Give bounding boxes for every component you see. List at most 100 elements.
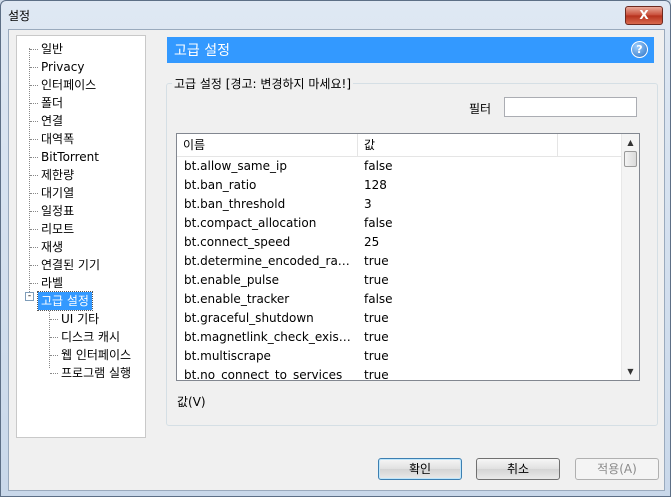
- scroll-up-icon[interactable]: ▲: [622, 134, 639, 151]
- tree-item-web-ui[interactable]: 웹 인터페이스: [61, 346, 131, 364]
- tree-connector: [50, 319, 58, 320]
- table-row[interactable]: bt.multiscrape true: [177, 347, 621, 366]
- tree-item-advanced[interactable]: 고급 설정: [37, 291, 93, 311]
- table-row[interactable]: bt.ban_ratio 128: [177, 176, 621, 195]
- setting-name: bt.determine_encoded_rate_fo...: [184, 254, 354, 268]
- tree-item-bittorrent[interactable]: BitTorrent: [41, 148, 99, 166]
- tree-item-labels[interactable]: 라벨: [41, 274, 63, 292]
- tree-item-remote[interactable]: 리모트: [41, 220, 74, 238]
- settings-list[interactable]: 이름 값 bt.allow_same_ip false bt.ban_ratio 1…: [176, 133, 640, 381]
- setting-value: false: [364, 216, 393, 230]
- tree-connector: [30, 103, 38, 104]
- table-row[interactable]: bt.enable_pulse true: [177, 271, 621, 290]
- setting-value: true: [364, 311, 389, 325]
- table-row[interactable]: bt.determine_encoded_rate_fo... true: [177, 252, 621, 271]
- scroll-down-icon[interactable]: ▼: [622, 363, 639, 380]
- table-row[interactable]: bt.graceful_shutdown true: [177, 309, 621, 328]
- setting-value: 128: [364, 178, 387, 192]
- section-header: 고급 설정 ?: [167, 37, 654, 63]
- tree-item-paired-devices[interactable]: 연결된 기기: [41, 256, 100, 274]
- tree-connector: [30, 139, 38, 140]
- setting-name: bt.no_connect_to_services: [184, 368, 343, 381]
- title-bar[interactable]: 설정 X: [1, 1, 670, 29]
- tree-line: [49, 302, 50, 368]
- tree-item-run-program[interactable]: 프로그램 실행: [61, 364, 131, 382]
- table-row[interactable]: bt.ban_threshold 3: [177, 195, 621, 214]
- setting-name: bt.connect_speed: [184, 235, 291, 249]
- table-row[interactable]: bt.magnetlink_check_existing_... true: [177, 328, 621, 347]
- value-label: 값(V): [177, 395, 206, 409]
- ok-button[interactable]: 확인: [378, 458, 462, 480]
- setting-name: bt.enable_tracker: [184, 292, 290, 306]
- table-row[interactable]: bt.compact_allocation false: [177, 214, 621, 233]
- list-scrollbar[interactable]: ▲ ▼: [621, 134, 639, 380]
- setting-value: true: [364, 349, 389, 363]
- setting-value: false: [364, 292, 393, 306]
- tree-connector: [30, 229, 38, 230]
- scrollbar-thumb[interactable]: [624, 151, 637, 167]
- filter-input[interactable]: [504, 97, 637, 117]
- tree-item-queueing[interactable]: 대기열: [41, 184, 74, 202]
- setting-name: bt.graceful_shutdown: [184, 311, 314, 325]
- column-name-header[interactable]: 이름: [177, 134, 358, 156]
- tree-connector: [30, 283, 38, 284]
- tree-connector: [30, 193, 38, 194]
- column-value-header[interactable]: 값: [358, 134, 558, 156]
- tree-item-ui-extras[interactable]: UI 기타: [61, 310, 99, 328]
- tree-item-disk-cache[interactable]: 디스크 캐시: [61, 328, 120, 346]
- settings-window: 설정 X 일반 Privacy 인터페이스 폴더 연결 대역폭 BitTorre…: [0, 0, 671, 497]
- tree-item-interface[interactable]: 인터페이스: [41, 76, 96, 94]
- list-header: 이름 값: [177, 134, 621, 157]
- close-button[interactable]: X: [625, 6, 663, 25]
- tree-connector: [30, 49, 38, 50]
- tree-item-connection[interactable]: 연결: [41, 112, 63, 130]
- setting-name: bt.magnetlink_check_existing_...: [184, 330, 354, 344]
- tree-item-transfer-cap[interactable]: 제한량: [41, 166, 74, 184]
- tree-connector: [50, 337, 58, 338]
- tree-item-playback[interactable]: 재생: [41, 238, 63, 256]
- table-row[interactable]: bt.connect_speed 25: [177, 233, 621, 252]
- tree-item-general[interactable]: 일반: [41, 40, 63, 58]
- settings-tree[interactable]: 일반 Privacy 인터페이스 폴더 연결 대역폭 BitTorrent 제한…: [16, 35, 146, 438]
- tree-connector: [30, 157, 38, 158]
- tree-item-folders[interactable]: 폴더: [41, 94, 63, 112]
- table-row[interactable]: bt.no_connect_to_services true: [177, 366, 621, 381]
- setting-value: 3: [364, 197, 372, 211]
- table-row[interactable]: bt.allow_same_ip false: [177, 157, 621, 176]
- cancel-button[interactable]: 취소: [476, 458, 560, 480]
- tree-connector: [30, 175, 38, 176]
- setting-value: true: [364, 254, 389, 268]
- setting-name: bt.ban_threshold: [184, 197, 286, 211]
- tree-connector: [50, 373, 58, 374]
- apply-button[interactable]: 적용(A): [575, 458, 659, 480]
- tree-connector: [30, 265, 38, 266]
- tree-connector: [30, 121, 38, 122]
- setting-value: true: [364, 330, 389, 344]
- tree-connector: [30, 247, 38, 248]
- setting-value: false: [364, 159, 393, 173]
- tree-connector: [30, 85, 38, 86]
- dialog-client: 일반 Privacy 인터페이스 폴더 연결 대역폭 BitTorrent 제한…: [8, 29, 665, 491]
- filter-label: 필터: [469, 102, 492, 116]
- tree-item-bandwidth[interactable]: 대역폭: [41, 130, 74, 148]
- setting-value: 25: [364, 235, 380, 249]
- tree-item-scheduler[interactable]: 일정표: [41, 202, 74, 220]
- table-row[interactable]: bt.enable_tracker false: [177, 290, 621, 309]
- setting-name: bt.enable_pulse: [184, 273, 280, 287]
- group-legend: 고급 설정 [경고: 변경하지 마세요!]: [172, 75, 353, 92]
- setting-value: true: [364, 273, 389, 287]
- help-icon[interactable]: ?: [631, 41, 648, 58]
- setting-name: bt.multiscrape: [184, 349, 271, 363]
- setting-name: bt.ban_ratio: [184, 178, 257, 192]
- setting-name: bt.allow_same_ip: [184, 159, 287, 173]
- list-rows: bt.allow_same_ip false bt.ban_ratio 128 bt…: [177, 157, 621, 381]
- setting-name: bt.compact_allocation: [184, 216, 317, 230]
- advanced-settings-group: 고급 설정 [경고: 변경하지 마세요!] 필터 이름 값 bt.allow_s…: [166, 75, 658, 426]
- section-title: 고급 설정: [174, 43, 230, 59]
- setting-value: true: [364, 368, 389, 381]
- tree-connector: [30, 211, 38, 212]
- tree-connector: [30, 67, 38, 68]
- tree-connector: [50, 355, 58, 356]
- tree-item-privacy[interactable]: Privacy: [41, 58, 84, 76]
- tree-collapse-toggle[interactable]: -: [25, 292, 34, 301]
